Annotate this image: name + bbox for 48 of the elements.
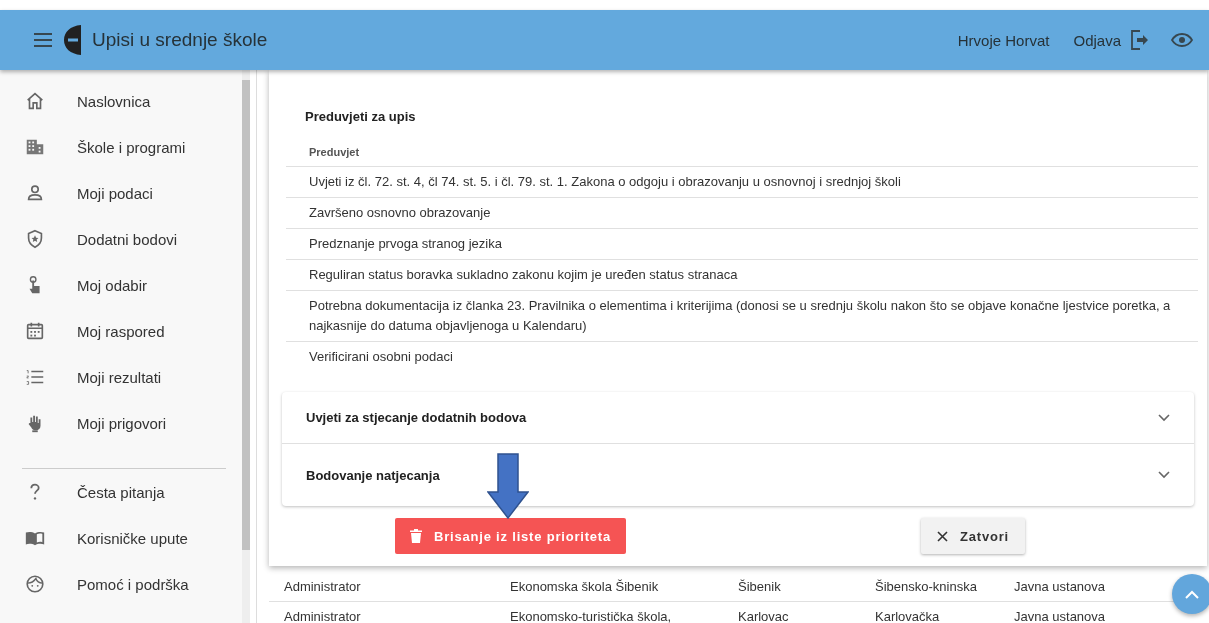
table-cell-text: Administrator [284,579,362,594]
table-cell: Predznanje prvoga stranog jezika [286,228,1198,260]
scrollbar-thumb[interactable] [242,80,250,550]
logo-icon [64,25,82,55]
close-button[interactable]: Zatvori [921,518,1025,554]
table-cell: Uvjeti iz čl. 72. st. 4, čl 74. st. 5. i čl. 79. st. 1. Zakona o odgoju i obrazovanju u osnovnoj i srednjoj školi [286,166,1198,198]
table-cell: Završeno osnovno obrazovanje [286,197,1198,229]
sidebar-item[interactable]: Moj odabir [0,262,242,308]
eye-icon[interactable] [1171,33,1193,47]
sidebar-item[interactable]: Pomoć i podrška [0,561,242,607]
sidebar-item[interactable]: Dodatni bodovi [0,216,242,262]
table-cell-text: Karlovac [738,609,790,623]
table-cell: Potrebna dokumentacija iz članka 23. Pravilnika o elementima i kriterijima (donosi se u srednju školu nakon što se objave konačne ljestvice poretka, a najkasnije do datuma objavljenoga u Kalendaru) [286,290,1198,342]
sidebar-item[interactable]: Naslovnica [0,78,242,124]
sidebar-item[interactable]: Moj raspored [0,308,242,354]
table-cell-text: Šibenik [738,579,782,594]
home-icon [24,90,46,112]
expansion-panel[interactable]: Bodovanje natjecanja [282,444,1194,506]
table-cell: Verificirani osobni podaci [286,341,1198,372]
expansion-panel[interactable]: Uvjeti za stjecanje dodatnih bodova [282,392,1194,444]
trash-icon [410,529,422,543]
sidebar-item[interactable]: Moji rezultati [0,354,242,400]
close-icon [937,530,949,542]
chevron-up-icon [1185,589,1199,599]
table-cell-text: Administrator [284,609,362,623]
face-icon [24,573,46,595]
sidebar-item[interactable]: Moji podaci [0,170,242,216]
scroll-top-button[interactable] [1172,574,1209,614]
table-cell-text: Ekonomsko-turistička škola, [510,609,673,623]
table-cell-text: Javna ustanova [1014,579,1107,594]
logout-icon [1131,30,1149,50]
table-cell: Reguliran status boravka sukladno zakonu kojim je uređen status stranaca [286,259,1198,291]
logout-button[interactable]: Odjava [1073,30,1149,50]
app-title: Upisi u srednje škole [92,29,268,51]
sidebar-item[interactable]: Moji prigovori [0,400,242,446]
menu-icon[interactable] [34,33,52,47]
sidebar-item[interactable]: Korisničke upute [0,515,242,561]
sidebar-item[interactable]: Česta pitanja [0,469,242,515]
sidebar-item[interactable]: Škole i programi [0,124,242,170]
calendar-icon [24,320,46,342]
column-header: Preduvjet [286,146,1198,167]
table-cell-text: Javna ustanova [1014,609,1107,623]
table-cell-text: Karlovačka [875,609,941,623]
table-cell-text: Ekonomska škola Šibenik [510,579,660,594]
table-cell-text: Šibensko-kninska [875,579,978,594]
section-title: Preduvjeti za upis [305,109,417,124]
user-name: Hrvoje Horvat [957,31,1050,49]
arrow-drawing [487,453,529,519]
